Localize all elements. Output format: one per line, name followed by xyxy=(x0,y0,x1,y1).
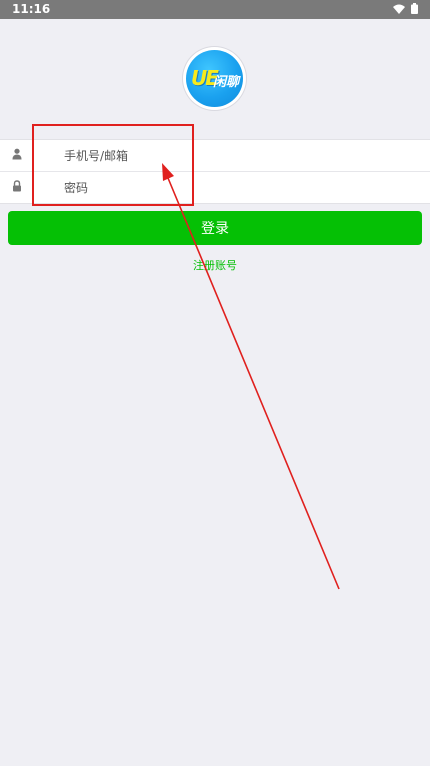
status-time: 11:16 xyxy=(12,2,51,16)
register-link[interactable]: 注册账号 xyxy=(0,257,430,273)
status-bar: 11:16 xyxy=(0,0,430,19)
app-logo: UE 闲聊 xyxy=(183,47,246,110)
battery-icon xyxy=(411,3,418,14)
app-logo-image: UE 闲聊 xyxy=(186,50,243,107)
logo-text: 闲聊 xyxy=(213,75,240,90)
lock-icon xyxy=(13,180,21,192)
annotation-arrow xyxy=(162,163,340,590)
annotation-highlight-box xyxy=(32,124,194,206)
login-button[interactable]: 登录 xyxy=(8,211,422,245)
user-icon xyxy=(12,148,22,160)
wifi-icon xyxy=(393,4,405,14)
